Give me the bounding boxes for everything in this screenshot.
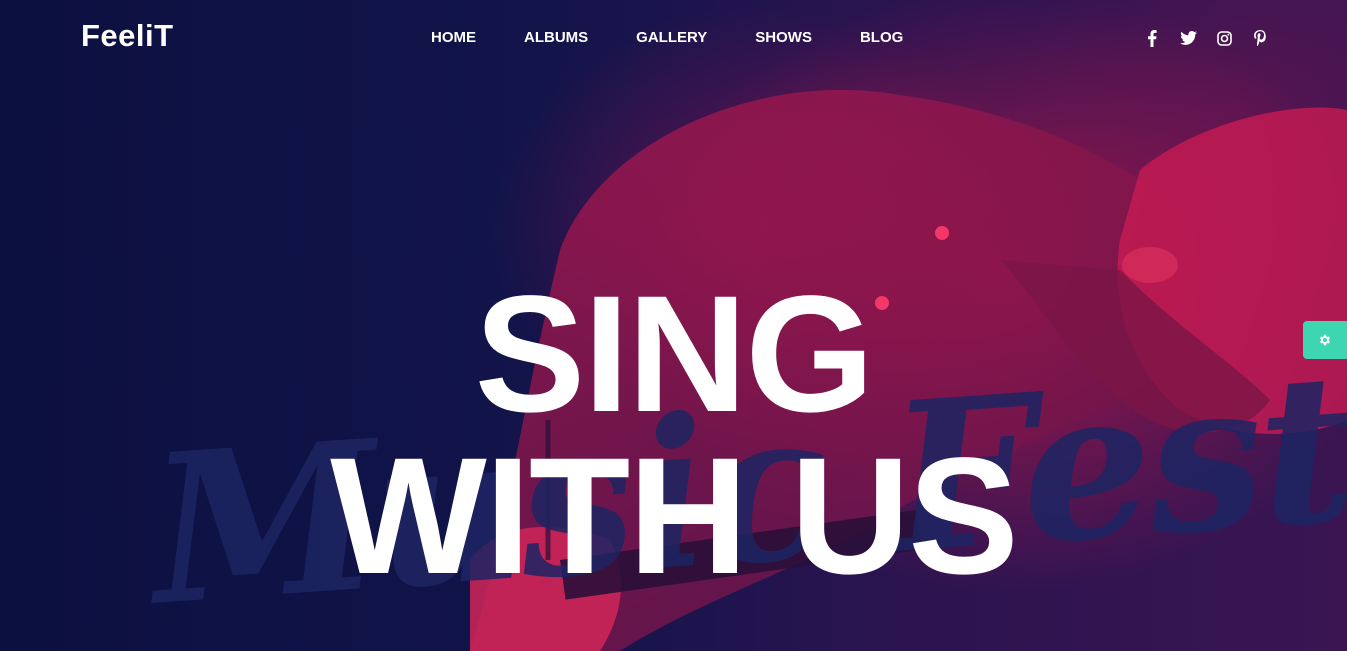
social-links [1143, 28, 1269, 48]
pinterest-icon[interactable] [1251, 28, 1269, 48]
nav-item-blog[interactable]: BLOG [860, 29, 903, 47]
hero-headline-line2: WITH US [330, 424, 1019, 609]
nav-item-gallery[interactable]: GALLERY [636, 29, 707, 47]
instagram-icon[interactable] [1215, 28, 1233, 48]
main-nav: HOME ALBUMS GALLERY SHOWS BLOG [431, 29, 903, 47]
nav-item-albums[interactable]: ALBUMS [524, 29, 588, 47]
hero-section: Music Festival SING WITH US [0, 0, 1347, 651]
hero-headline-line1: SING [474, 262, 875, 447]
facebook-icon[interactable] [1143, 28, 1161, 48]
brand-logo[interactable]: FeeliT [81, 20, 174, 51]
gear-icon [1319, 334, 1331, 346]
top-navigation-bar: FeeliT HOME ALBUMS GALLERY SHOWS BLOG [0, 0, 1347, 76]
twitter-icon[interactable] [1179, 28, 1197, 48]
nav-item-shows[interactable]: SHOWS [755, 29, 812, 47]
nav-item-home[interactable]: HOME [431, 29, 476, 47]
settings-toggle-button[interactable] [1303, 321, 1347, 359]
